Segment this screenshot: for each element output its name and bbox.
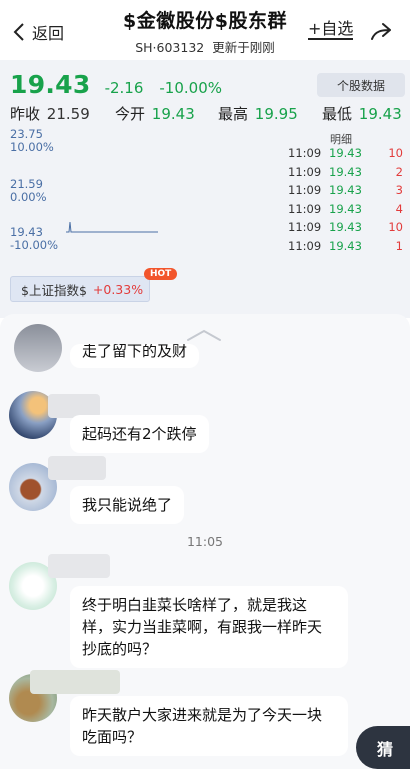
- trade-price: 19.43: [329, 164, 362, 179]
- sender-name: [48, 554, 110, 578]
- open: 今开 19.43: [115, 103, 195, 124]
- trade-time: 11:09: [288, 201, 322, 216]
- price-change-pct: -10.00%: [159, 79, 222, 97]
- index-label: $上证指数$: [21, 282, 87, 298]
- message-bubble: 起码还有2个跌停: [70, 415, 209, 453]
- open-label: 今开: [115, 105, 146, 123]
- stock-data-button[interactable]: 个股数据: [317, 73, 405, 97]
- low-label: 最低: [322, 105, 353, 123]
- axis-top-pct: 10.00%: [10, 140, 54, 154]
- share-icon[interactable]: [370, 22, 392, 40]
- sender-name: [48, 456, 106, 480]
- high-label: 最高: [218, 105, 249, 123]
- message-text: 我只能说绝了: [82, 496, 173, 514]
- low: 最低 19.43: [322, 103, 402, 124]
- trade-row: 11:09 19.43 2: [285, 165, 403, 181]
- axis-bottom: 19.43 -10.00%: [10, 226, 58, 252]
- current-price: 19.43: [10, 70, 91, 99]
- trade-row: 11:09 19.43 4: [285, 202, 403, 218]
- open-value: 19.43: [151, 105, 195, 123]
- low-value: 19.43: [358, 105, 402, 123]
- index-change: +0.33%: [92, 281, 144, 297]
- time-separator: 11:05: [186, 534, 224, 549]
- axis-top: 23.75 10.00%: [10, 128, 54, 154]
- sender-name: [30, 670, 120, 694]
- chat-sheet[interactable]: 走了留下的及财 起码还有2个跌停 我只能说绝了 11:05 终于明白韭菜长啥样了…: [0, 314, 410, 769]
- trade-time: 11:09: [288, 183, 322, 197]
- trade-qty: 1: [395, 238, 403, 253]
- stock-code: SH·603132: [135, 40, 205, 55]
- message-text: 起码还有2个跌停: [82, 425, 197, 443]
- message-bubble: 我只能说绝了: [70, 486, 185, 524]
- trade-time: 11:09: [288, 238, 322, 253]
- index-chip[interactable]: $上证指数$ +0.33%: [10, 276, 150, 302]
- avatar[interactable]: [14, 324, 62, 372]
- trade-time: 11:09: [288, 220, 322, 234]
- price-change: -2.16: [104, 79, 144, 97]
- quote-panel: 19.43 -2.16 -10.00% 个股数据 昨收 21.59 今开 19.…: [0, 60, 410, 318]
- trade-row: 11:09 19.43 3: [285, 183, 403, 199]
- trade-row: 11:09 19.43 10: [285, 220, 403, 236]
- trade-qty: 4: [395, 201, 403, 216]
- axis-bottom-pct: -10.00%: [10, 238, 58, 252]
- add-watchlist-button[interactable]: +自选: [308, 21, 354, 40]
- trade-time: 11:09: [288, 146, 322, 160]
- price-row: 19.43 -2.16 -10.00%: [10, 70, 222, 99]
- trade-detail-title: 明细: [330, 133, 352, 146]
- hot-badge: HOT: [144, 268, 178, 280]
- trade-price: 19.43: [329, 220, 362, 234]
- trade-price: 19.43: [329, 238, 362, 253]
- message-text: 终于明白韭菜长啥样了，就是我这样，实力当韭菜啊，有跟我一样昨天抄底的吗？: [82, 596, 323, 658]
- prev-close-value: 21.59: [46, 105, 90, 123]
- prev-close-label: 昨收: [10, 105, 41, 123]
- trade-price: 19.43: [329, 146, 362, 160]
- trade-qty: 3: [395, 183, 403, 197]
- high: 最高 19.95: [218, 103, 298, 124]
- trade-price: 19.43: [329, 183, 362, 197]
- trade-row: 11:09 19.43 1: [285, 239, 403, 255]
- update-status: 更新于刚刚: [212, 40, 275, 55]
- message-bubble: 终于明白韭菜长啥样了，就是我这样，实力当韭菜啊，有跟我一样昨天抄底的吗？: [70, 586, 348, 668]
- axis-mid-pct: 0.00%: [10, 190, 47, 204]
- trade-qty: 2: [395, 164, 403, 179]
- trade-time: 11:09: [288, 164, 322, 179]
- message-text: 走了留下的及财: [82, 344, 188, 360]
- guess-button[interactable]: 猜: [356, 726, 410, 769]
- trade-row: 11:09 19.43 10: [285, 146, 403, 162]
- top-nav-bar: 返回 $金徽股份$股东群 SH·603132 更新于刚刚 +自选: [0, 0, 410, 60]
- message-bubble: 昨天散户大家进来就是为了今天一块吃面吗？: [70, 696, 348, 756]
- intraday-chart: [66, 221, 158, 233]
- prev-close: 昨收 21.59: [10, 103, 90, 124]
- stats-row: 昨收 21.59 今开 19.43 最高 19.95 最低 19.43: [10, 103, 405, 123]
- trade-qty: 10: [388, 146, 403, 160]
- message-text: 昨天散户大家进来就是为了今天一块吃面吗？: [82, 706, 323, 746]
- trade-qty: 10: [388, 220, 403, 234]
- message-bubble: 走了留下的及财: [70, 344, 200, 368]
- high-value: 19.95: [254, 105, 298, 123]
- trade-price: 19.43: [329, 201, 362, 216]
- chevron-up-icon[interactable]: [186, 328, 222, 342]
- axis-mid: 21.59 0.00%: [10, 178, 47, 204]
